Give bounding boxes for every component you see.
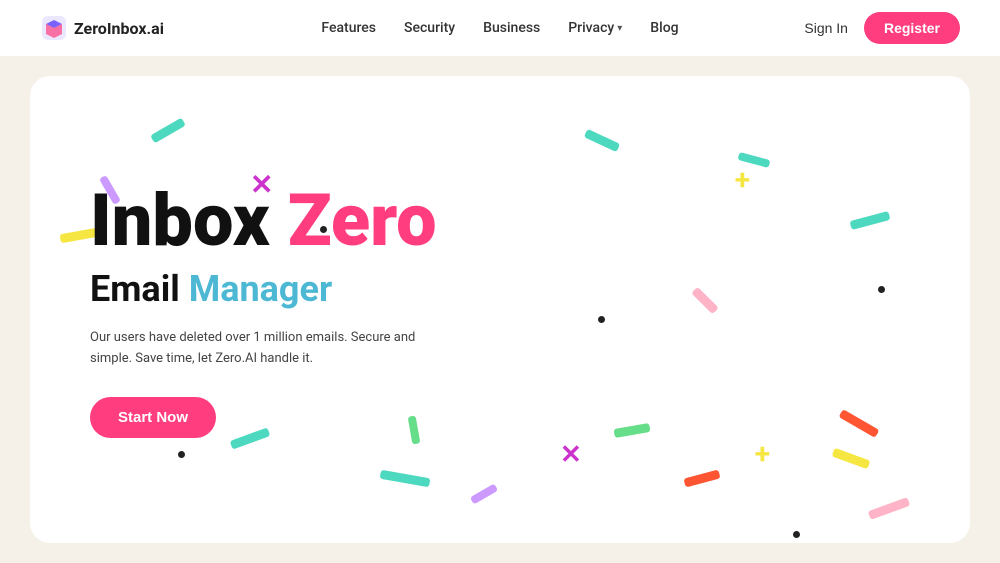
decor-dot-4 — [793, 531, 800, 538]
hero-card: ✕ ✕ + + Inbox Zero Email Manager Our use… — [30, 76, 970, 543]
nav-business[interactable]: Business — [483, 20, 540, 36]
nav-features[interactable]: Features — [321, 20, 376, 36]
nav-privacy[interactable]: Privacy ▾ — [568, 20, 622, 36]
navbar: ZeroInbox.ai Features Security Business … — [0, 0, 1000, 56]
nav-blog[interactable]: Blog — [650, 20, 678, 36]
decor-6 — [584, 129, 620, 152]
nav-security[interactable]: Security — [404, 20, 455, 36]
chevron-down-icon: ▾ — [617, 23, 622, 34]
decor-8 — [832, 448, 871, 469]
decor-2 — [738, 152, 771, 168]
decor-dot-5 — [178, 451, 185, 458]
start-now-button[interactable]: Start Now — [90, 397, 216, 438]
main-area: ✕ ✕ + + Inbox Zero Email Manager Our use… — [0, 56, 1000, 563]
hero-title-inbox: Inbox — [90, 178, 288, 263]
nav-links: Features Security Business Privacy ▾ Blo… — [321, 20, 678, 36]
decor-10 — [683, 469, 720, 487]
decor-16 — [470, 484, 498, 505]
hero-subtitle-email: Email — [90, 268, 189, 310]
sign-in-button[interactable]: Sign In — [804, 20, 848, 36]
logo-icon — [40, 14, 68, 42]
decor-4 — [380, 470, 431, 488]
decor-1 — [150, 118, 186, 144]
hero-content: Inbox Zero Email Manager Our users have … — [90, 181, 910, 439]
hero-description: Our users have deleted over 1 million em… — [90, 328, 450, 370]
brand-name: ZeroInbox.ai — [74, 19, 164, 38]
hero-subtitle-manager: Manager — [189, 268, 332, 310]
decor-plus-4: + — [755, 440, 770, 468]
nav-actions: Sign In Register — [804, 12, 960, 44]
decor-plus-2: ✕ — [560, 442, 582, 468]
register-button[interactable]: Register — [864, 12, 960, 44]
logo[interactable]: ZeroInbox.ai — [40, 14, 164, 42]
hero-title-zero: Zero — [288, 178, 437, 263]
hero-title: Inbox Zero — [90, 181, 910, 260]
hero-subtitle: Email Manager — [90, 268, 910, 310]
decor-12 — [868, 497, 911, 520]
